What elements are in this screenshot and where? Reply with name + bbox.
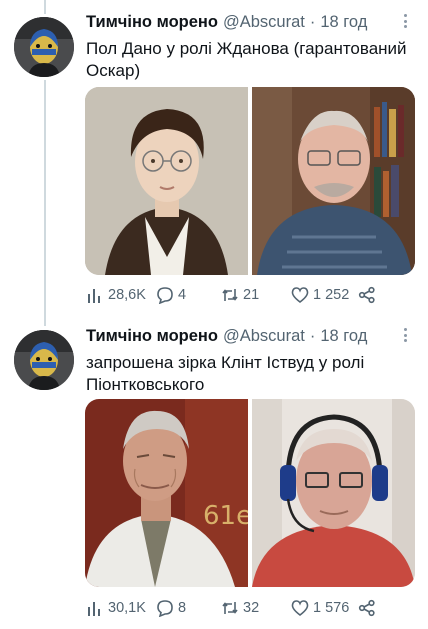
tweet[interactable]: Тимчіно морено @Abscurat · 18 год Пол Да…	[0, 0, 428, 318]
author-handle[interactable]: @Abscurat	[223, 13, 305, 32]
like-button[interactable]: 1 576	[291, 597, 349, 619]
tweet-text-line: Оскар)	[86, 61, 141, 80]
retweet-button[interactable]: 21	[221, 284, 259, 306]
views-button[interactable]: 28,6K	[86, 284, 146, 306]
replies-count: 4	[178, 287, 187, 303]
tweet-media[interactable]: 61e	[85, 399, 415, 587]
media-image-right[interactable]	[252, 399, 415, 587]
tweet-header: Тимчіно морено @Abscurat · 18 год	[86, 13, 367, 32]
tweet-text-line: Піонтковського	[86, 375, 205, 394]
speech-bubble-icon	[157, 287, 173, 304]
views-count: 30,1K	[108, 600, 146, 616]
tweet-text: запрошена зірка Клінт Іствуд у ролі Піон…	[86, 352, 418, 396]
heart-icon	[291, 287, 309, 304]
share-nodes-icon	[358, 286, 375, 304]
retweet-arrows-icon	[222, 602, 238, 614]
views-button[interactable]: 30,1K	[86, 597, 146, 619]
replies-count: 8	[178, 600, 187, 616]
media-image-left[interactable]	[85, 87, 248, 275]
likes-count: 1 576	[313, 600, 350, 616]
retweets-count: 21	[243, 287, 260, 303]
retweets-count: 32	[243, 600, 260, 616]
reply-button[interactable]: 8	[156, 597, 186, 619]
retweet-button[interactable]: 32	[221, 597, 259, 619]
likes-count: 1 252	[313, 287, 350, 303]
heart-icon	[291, 600, 309, 617]
separator: ·	[309, 13, 316, 31]
author-name[interactable]: Тимчіно морено	[86, 327, 218, 346]
tweet-text-line: запрошена зірка Клінт Іствуд у ролі	[86, 353, 365, 372]
tweet[interactable]: Тимчіно морено @Abscurat · 18 год запрош…	[0, 314, 428, 629]
more-icon[interactable]	[404, 328, 408, 344]
like-button[interactable]: 1 252	[291, 284, 349, 306]
speech-bubble-icon	[157, 600, 173, 617]
timestamp[interactable]: 18 год	[320, 13, 367, 32]
avatar-image	[14, 17, 74, 77]
tweet-text-line: Пол Дано у ролі Жданова (гарантований	[86, 39, 407, 58]
share-button[interactable]	[358, 284, 376, 306]
bar-chart-icon	[88, 602, 100, 616]
avatar-image	[14, 330, 74, 390]
avatar[interactable]	[14, 330, 74, 390]
share-button[interactable]	[358, 597, 376, 619]
tweet-header: Тимчіно морено @Abscurat · 18 год	[86, 327, 367, 346]
tweet-text: Пол Дано у ролі Жданова (гарантований Ос…	[86, 38, 418, 82]
avatar[interactable]	[14, 17, 74, 77]
separator: ·	[309, 327, 316, 345]
action-bar: 30,1K 8 32 1 576	[86, 597, 386, 619]
share-nodes-icon	[358, 599, 375, 617]
media-image-left[interactable]: 61e	[85, 399, 248, 587]
author-handle[interactable]: @Abscurat	[223, 327, 305, 346]
retweet-arrows-icon	[222, 289, 238, 301]
media-image-right[interactable]	[252, 87, 415, 275]
reply-button[interactable]: 4	[156, 284, 186, 306]
action-bar: 28,6K 4 21 1 252	[86, 284, 386, 306]
more-icon[interactable]	[404, 14, 408, 30]
timestamp[interactable]: 18 год	[320, 327, 367, 346]
tweet-media[interactable]	[85, 87, 415, 275]
bar-chart-icon	[88, 289, 100, 303]
author-name[interactable]: Тимчіно морено	[86, 13, 218, 32]
views-count: 28,6K	[108, 287, 146, 303]
background-sign-text: 61e	[203, 501, 248, 531]
